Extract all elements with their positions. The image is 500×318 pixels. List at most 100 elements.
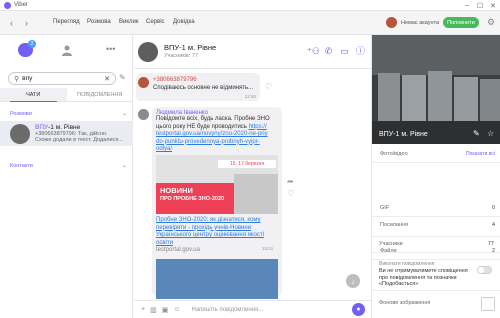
section-contacts-header[interactable]: Контакти (10, 163, 33, 169)
mute-toggle[interactable] (477, 266, 492, 274)
menu-view[interactable]: Перегляд (53, 19, 80, 25)
message-time: 12:50 (244, 94, 256, 99)
contacts-person-icon[interactable] (62, 45, 72, 56)
gif-label: GIF (380, 205, 390, 211)
photos-row[interactable]: Фото/відео Показати всі (372, 146, 500, 163)
settings-gear-icon[interactable]: ⚙ (487, 17, 497, 27)
viber-logo-icon (4, 1, 11, 9)
menu-call[interactable]: Виклик (119, 19, 139, 25)
message-composer: + ▥ ▣ ☺ Напишіть повідомлення... ● (134, 300, 371, 318)
maximize-button[interactable]: ☐ (473, 0, 487, 11)
search-icon: ⚲ (14, 75, 20, 83)
menu-conversation[interactable]: Розмова (87, 19, 111, 25)
tab-messages[interactable]: Повідомлення (67, 88, 134, 101)
preview-title-line-3[interactable]: Українського центру оцінювання якості ос… (156, 232, 280, 247)
section-chats-header[interactable]: Розмови (10, 111, 32, 117)
message-bubble: +380663879796 Сподіваюсь основне не відм… (136, 73, 260, 101)
menu-tools[interactable]: Сервіс (146, 19, 165, 25)
message-text-line-2: цього року НЕ буде проводитись https:// (156, 123, 267, 130)
menu-help[interactable]: Довідка (173, 19, 195, 25)
share-forward-icon[interactable]: ➦ (287, 177, 294, 186)
star-icon[interactable]: ☆ (487, 129, 494, 138)
group-members-count: Учасників: 77 (164, 53, 199, 59)
photo-message[interactable] (156, 259, 278, 299)
mute-row[interactable]: Виконати повідомлення Ви не отримуватиме… (371, 257, 500, 291)
background-thumbnail[interactable] (481, 297, 495, 311)
add-participant-icon[interactable]: ⁺⚇ (307, 46, 320, 57)
message-text: Сподіваюсь основне не відминять... (153, 84, 254, 91)
result-avatar (10, 123, 30, 144)
result-message-line-2: Схоже додали в текст. Додалися... (35, 137, 123, 143)
account-area[interactable]: Немає акаунта (386, 17, 439, 28)
toggle-knob (478, 267, 484, 273)
minimize-button[interactable]: – (460, 0, 474, 11)
microphone-button[interactable]: ● (352, 303, 365, 316)
call-icon[interactable]: ✆ (323, 46, 334, 57)
chevron-down-icon[interactable]: ⌄ (122, 110, 127, 117)
preview-title-line-1[interactable]: Пробне ЗНО-2020: як дізнатися, кому (156, 217, 280, 225)
mute-title: Виконати повідомлення (379, 261, 435, 267)
chat-header: ВПУ-1 м. Рівне Учасників: 77 ⁺⚇ ✆ ▭ ⓘ (134, 35, 371, 69)
search-tabs: Чати Повідомлення (0, 88, 133, 102)
news-photo (234, 174, 278, 214)
message-link-line-4[interactable]: odlya/ (156, 146, 280, 154)
message-link-line-2[interactable]: testportal.gov.ua/novyny/zno-2020-ne-pri… (156, 131, 280, 139)
scroll-down-button[interactable]: ↓ (346, 274, 360, 288)
links-count: 4 (491, 222, 495, 228)
members-row[interactable]: Учасники 77 (371, 236, 500, 253)
close-window-button[interactable]: ✕ (486, 0, 500, 11)
edit-pencil-icon[interactable]: ✎ (473, 129, 480, 138)
sender-phone: +380663879796 (153, 77, 197, 83)
video-call-icon[interactable]: ▭ (339, 46, 350, 57)
message-list[interactable]: +380663879796 Сподіваюсь основне не відм… (134, 69, 371, 300)
chat-panel: ВПУ-1 м. Рівне Учасників: 77 ⁺⚇ ✆ ▭ ⓘ +3… (134, 35, 371, 318)
clear-search-icon[interactable]: ✕ (104, 75, 110, 83)
news-title: НОВИНИ (160, 186, 193, 195)
members-label: Учасники (379, 241, 403, 247)
message-input[interactable]: Напишіть повідомлення... (192, 307, 353, 313)
news-subtitle: ПРО ПРОБНЕ ЗНО-2020 (160, 196, 225, 202)
background-label: Фонове зображення (379, 300, 431, 306)
group-cover-image[interactable]: ВПУ-1 м. Рівне ✎ ☆ (372, 35, 500, 144)
more-dots-icon[interactable]: ••• (106, 44, 115, 54)
message-time: 13:01 (262, 246, 274, 251)
message-content: +380663879796 Сподіваюсь основне не відм… (153, 77, 253, 92)
menubar: ‹ › Перегляд Розмова Виклик Сервіс Довід… (0, 11, 500, 35)
chevron-down-icon[interactable]: ⌄ (122, 162, 127, 169)
like-icon[interactable]: ♡ (265, 82, 272, 91)
message-link-line-3[interactable]: do-punktu-provedennya-probnyh-vyipr- (156, 139, 280, 147)
news-date-label: 15, 17 березня (218, 160, 276, 168)
back-arrow-icon[interactable]: ‹ (10, 18, 13, 28)
gallery-icon[interactable]: ▥ (150, 306, 157, 314)
result-text: ВПУ-1 м. Рівне +380663879796: Так, дійсн… (35, 124, 123, 144)
tab-chats[interactable]: Чати (0, 88, 67, 102)
forward-arrow-icon[interactable]: › (25, 18, 28, 28)
info-icon[interactable]: ⓘ (355, 46, 366, 57)
background-row[interactable]: Фонове зображення (371, 292, 500, 318)
show-all-link[interactable]: Показати всі (466, 151, 495, 157)
sticker-icon[interactable]: ☺ (173, 306, 180, 313)
message-content: Людмила Іваненко Повідомте всіх, будь ла… (156, 110, 280, 154)
gif-count: 0 (491, 205, 495, 211)
window-title: Viber (14, 2, 28, 8)
compose-icon[interactable]: ✎ (119, 73, 126, 82)
gif-icon[interactable]: ▣ (162, 306, 169, 314)
message-text-line-1: Повідомте всіх, будь ласка. Пробне ЗНО (156, 116, 270, 122)
search-value[interactable]: впу (22, 75, 104, 82)
group-name[interactable]: ВПУ-1 м. Рівне (164, 43, 216, 52)
like-icon[interactable]: ♡ (287, 189, 294, 198)
preview-title-line-2[interactable]: перевіряти - прохідь учнів-Новини (156, 225, 280, 233)
gif-row[interactable]: GIF 0 (372, 200, 500, 217)
mute-description: Ви не отримуватимете сповіщення про пові… (379, 268, 468, 287)
group-avatar[interactable] (138, 42, 158, 62)
window-titlebar: Viber – ☐ ✕ (0, 0, 500, 11)
left-panel: 2 ••• ⚲ впу ✕ ✎ Чати Повідомлення Розмов… (0, 35, 133, 318)
top-up-button[interactable]: Поповнити (443, 17, 479, 28)
add-attachment-icon[interactable]: + (141, 306, 145, 313)
sender-avatar (138, 109, 149, 120)
sender-avatar (138, 77, 149, 88)
search-input[interactable]: ⚲ впу ✕ (8, 72, 116, 85)
search-result-row[interactable]: ВПУ-1 м. Рівне +380663879796: Так, дійсн… (0, 121, 133, 146)
links-row[interactable]: Посилання 4 (372, 217, 500, 237)
link-preview-image[interactable]: 15, 17 березня НОВИНИ ПРО ПРОБНЕ ЗНО-202… (156, 155, 278, 214)
